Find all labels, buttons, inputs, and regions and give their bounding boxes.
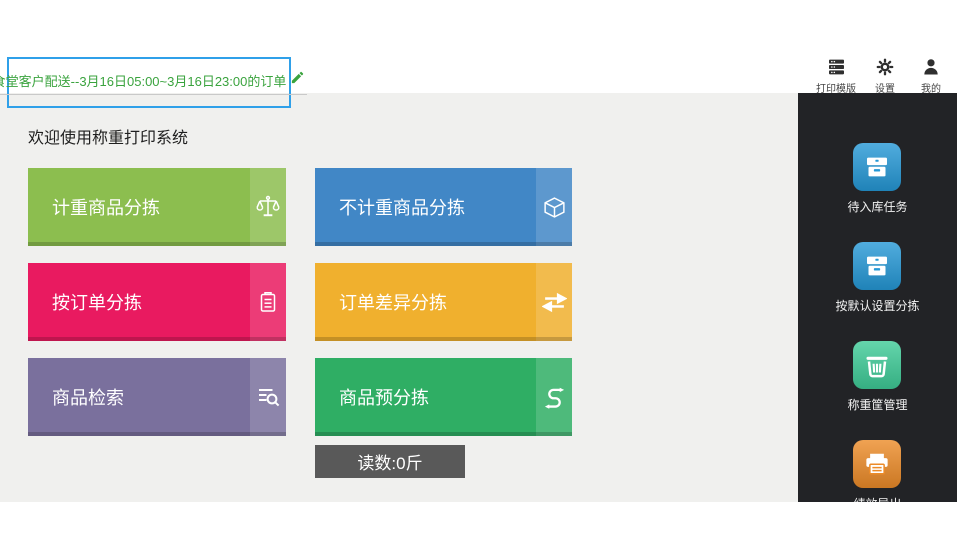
button-label: 订单差异分拣 xyxy=(339,293,447,313)
button-label: 商品预分拣 xyxy=(339,388,429,408)
button-product-search[interactable]: 商品检索 xyxy=(28,358,286,436)
button-product-presorting[interactable]: 商品预分拣 xyxy=(315,358,572,436)
button-nonweighed-goods-sorting[interactable]: 不计重商品分拣 xyxy=(315,168,572,246)
scale-icon xyxy=(250,168,286,246)
clipboard-icon xyxy=(250,263,286,341)
sidebar-item-weighing-basket-management[interactable]: 称重筐管理 xyxy=(847,341,908,413)
print-template-icon xyxy=(826,57,847,77)
scale-reading-display: 读数:0斤 xyxy=(315,445,465,478)
profile-icon xyxy=(921,57,941,77)
weighing-print-app: 食堂客户配送--3月16日05:00~3月16日23:00的订单 打印模版 设置… xyxy=(0,0,957,558)
order-period-selector[interactable]: 食堂客户配送--3月16日05:00~3月16日23:00的订单 xyxy=(0,57,308,108)
nav-profile[interactable]: 我的 xyxy=(914,57,948,95)
order-period-label: 食堂客户配送--3月16日05:00~3月16日23:00的订单 xyxy=(0,73,287,89)
header-bar: 食堂客户配送--3月16日05:00~3月16日23:00的订单 打印模版 设置… xyxy=(0,0,957,108)
inbox-box-icon xyxy=(853,242,902,290)
nav-print-template[interactable]: 打印模版 xyxy=(816,57,856,95)
top-nav: 打印模版 设置 我的 xyxy=(816,57,948,95)
button-label: 不计重商品分拣 xyxy=(339,198,465,218)
sidebar-item-label: 称重筐管理 xyxy=(847,398,908,412)
sidebar-item-label: 绩效导出 xyxy=(853,495,901,502)
sidebar-item-pending-warehousing[interactable]: 待入库任务 xyxy=(847,143,908,215)
button-label: 按订单分拣 xyxy=(52,293,142,313)
order-period-inner: 食堂客户配送--3月16日05:00~3月16日23:00的订单 xyxy=(0,70,308,95)
right-sidebar: 待入库任务 按默认设置分拣 称重筐管理 xyxy=(798,93,957,502)
s-swap-icon xyxy=(536,358,572,436)
button-weighed-goods-sorting[interactable]: 计重商品分拣 xyxy=(28,168,286,246)
page-title: 欢迎使用称重打印系统 xyxy=(28,130,189,147)
button-sort-by-order[interactable]: 按订单分拣 xyxy=(28,263,286,341)
sidebar-item-default-settings-sorting[interactable]: 按默认设置分拣 xyxy=(835,242,920,314)
basket-icon xyxy=(853,341,902,389)
button-order-difference-sorting[interactable]: 订单差异分拣 xyxy=(315,263,572,341)
sidebar-item-label: 按默认设置分拣 xyxy=(835,299,920,313)
inbox-box-icon xyxy=(853,143,902,191)
cube-icon xyxy=(536,168,572,246)
scale-reading-label: 读数:0斤 xyxy=(357,454,423,473)
button-label: 商品检索 xyxy=(52,388,124,408)
main-content: 欢迎使用称重打印系统 计重商品分拣 不计重商品分拣 按订单分拣 订单差异分拣 商… xyxy=(0,93,798,502)
settings-icon xyxy=(875,57,895,77)
edit-pencil-icon[interactable] xyxy=(290,70,305,90)
printer-icon xyxy=(853,440,902,488)
swap-arrows-icon xyxy=(536,263,572,341)
sidebar-item-performance-export[interactable]: 绩效导出 xyxy=(853,440,902,502)
sidebar-item-label: 待入库任务 xyxy=(847,200,908,214)
nav-settings[interactable]: 设置 xyxy=(868,57,902,95)
button-label: 计重商品分拣 xyxy=(52,198,160,218)
search-list-icon xyxy=(250,358,286,436)
